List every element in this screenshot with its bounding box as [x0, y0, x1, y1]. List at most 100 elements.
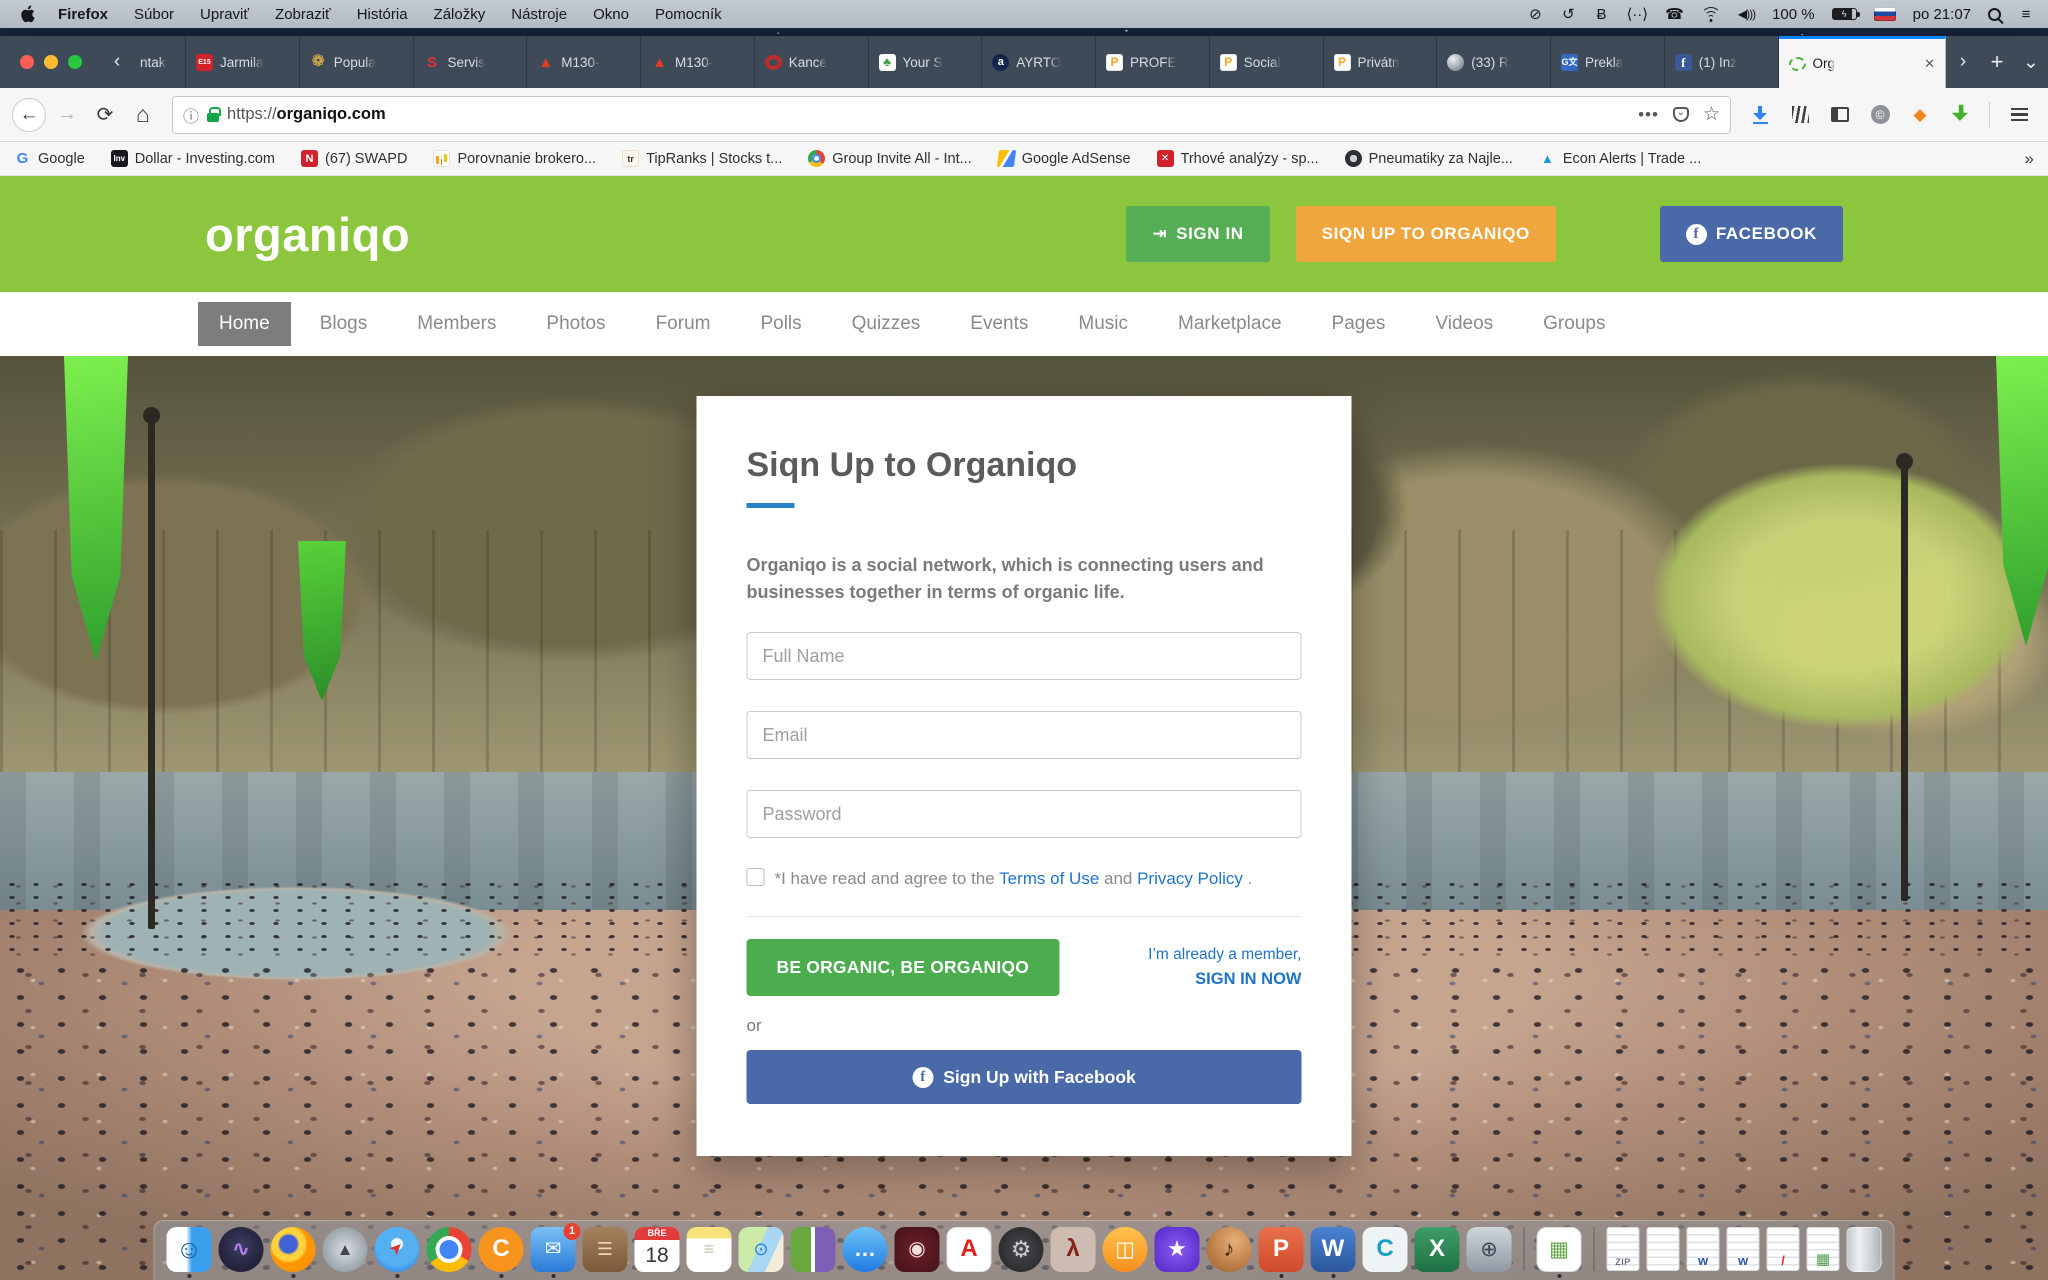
dock-document-3[interactable]: w: [1727, 1227, 1760, 1271]
dock-notebooks[interactable]: [791, 1227, 836, 1272]
bookmark-item-1[interactable]: InvDollar - Investing.com: [111, 150, 275, 167]
downloads-icon[interactable]: [1743, 98, 1777, 132]
phone-icon[interactable]: ☎: [1665, 5, 1684, 23]
nav-item-music[interactable]: Music: [1057, 302, 1149, 346]
nav-item-videos[interactable]: Videos: [1414, 302, 1514, 346]
bookmarks-overflow-icon[interactable]: »: [2025, 149, 2034, 169]
slovak-flag-icon[interactable]: [1874, 7, 1896, 21]
nav-item-photos[interactable]: Photos: [525, 302, 626, 346]
minimize-window-button[interactable]: [44, 55, 58, 69]
dock-document-1[interactable]: [1647, 1227, 1680, 1271]
dock-maps[interactable]: ⊙: [739, 1227, 784, 1272]
dock-chrome[interactable]: [427, 1227, 472, 1272]
pocket-icon[interactable]: ⌄: [1673, 107, 1689, 122]
browser-tab-10[interactable]: PSocial: [1210, 36, 1324, 88]
dock-imovie[interactable]: ★: [1155, 1227, 1200, 1272]
browser-tab-6[interactable]: Kance: [755, 36, 869, 88]
sign-in-now-link[interactable]: SIGN IN NOW: [1148, 970, 1301, 989]
bookmark-item-8[interactable]: Pneumatiky za Najle...: [1345, 150, 1513, 167]
browser-tab-9[interactable]: PPROFE: [1096, 36, 1210, 88]
dock-reader[interactable]: λ: [1051, 1227, 1096, 1272]
nav-item-blogs[interactable]: Blogs: [299, 302, 389, 346]
code-brackets-icon[interactable]: ⟨··⟩: [1626, 5, 1648, 23]
nav-item-pages[interactable]: Pages: [1311, 302, 1407, 346]
be-organic-submit-button[interactable]: BE ORGANIC, BE ORGANIQO: [747, 939, 1060, 996]
extension-c-icon[interactable]: ©: [1863, 98, 1897, 132]
bluetooth-icon[interactable]: Ƀ: [1593, 6, 1609, 23]
forward-button[interactable]: →: [50, 98, 84, 132]
notification-center-icon[interactable]: ≡: [2018, 6, 2034, 23]
dock-notes[interactable]: ≡: [687, 1227, 732, 1272]
bookmark-star-icon[interactable]: ☆: [1703, 103, 1720, 126]
dock-document-5[interactable]: ▦: [1807, 1227, 1840, 1271]
nav-item-quizzes[interactable]: Quizzes: [831, 302, 942, 346]
dock-settings-wheel[interactable]: ⚙: [999, 1227, 1044, 1272]
metamask-fox-icon[interactable]: ◆: [1903, 98, 1937, 132]
sign-in-button[interactable]: ⇥ SIGN IN: [1126, 206, 1269, 262]
nav-item-forum[interactable]: Forum: [635, 302, 732, 346]
dock-messages[interactable]: …: [843, 1227, 888, 1272]
battery-icon[interactable]: ϟ: [1832, 8, 1857, 20]
nav-item-marketplace[interactable]: Marketplace: [1157, 302, 1303, 346]
zoom-window-button[interactable]: [68, 55, 82, 69]
menu-okno[interactable]: Okno: [580, 6, 642, 23]
dock-firefox[interactable]: [271, 1227, 316, 1272]
organiqo-logo[interactable]: organiqo: [205, 207, 410, 262]
dock-word[interactable]: W: [1311, 1227, 1356, 1272]
dock-zip-file[interactable]: ZIP: [1607, 1227, 1640, 1271]
library-icon[interactable]: [1783, 98, 1817, 132]
bookmark-item-3[interactable]: Porovnanie brokero...: [433, 150, 596, 167]
page-actions-icon[interactable]: •••: [1638, 105, 1659, 125]
bookmark-item-9[interactable]: ▲Econ Alerts | Trade ...: [1539, 150, 1701, 167]
browser-tab-7[interactable]: ♣Your S: [869, 36, 983, 88]
dock-launchpad[interactable]: ▲: [323, 1227, 368, 1272]
dock-photo-booth[interactable]: ◉: [895, 1227, 940, 1272]
close-window-button[interactable]: [20, 55, 34, 69]
sidebar-icon[interactable]: [1823, 98, 1857, 132]
dock-ibooks[interactable]: ◫: [1103, 1227, 1148, 1272]
volume-icon[interactable]: ◀))): [1738, 7, 1755, 21]
bookmark-item-5[interactable]: Group Invite All - Int...: [808, 150, 971, 167]
hamburger-menu-icon[interactable]: [2002, 98, 2036, 132]
browser-tab-0[interactable]: ntak: [134, 36, 186, 88]
apple-menu-icon[interactable]: [20, 5, 35, 23]
bookmark-item-0[interactable]: GGoogle: [14, 150, 85, 167]
email-field[interactable]: [747, 711, 1302, 759]
password-field[interactable]: [747, 790, 1302, 838]
url-text[interactable]: https://organiqo.com: [227, 105, 1630, 124]
menu-zobrazit[interactable]: Zobraziť: [262, 6, 344, 23]
dock-photos-stack[interactable]: ▦: [1537, 1227, 1582, 1272]
dock-document-4[interactable]: /: [1767, 1227, 1800, 1271]
bookmark-item-4[interactable]: trTipRanks | Stocks t...: [622, 150, 782, 167]
do-not-disturb-icon[interactable]: ⊘: [1527, 5, 1543, 23]
tab-close-icon[interactable]: ✕: [1924, 56, 1935, 72]
dock-cryptocompare[interactable]: C: [479, 1227, 524, 1272]
facebook-header-button[interactable]: f FACEBOOK: [1660, 206, 1843, 262]
dock-trash[interactable]: [1847, 1227, 1882, 1272]
dock-remote-desktop[interactable]: ⊕: [1467, 1227, 1512, 1272]
browser-tab-3[interactable]: SServis: [414, 36, 528, 88]
home-button[interactable]: ⌂: [126, 98, 160, 132]
menu-clock[interactable]: po 21:07: [1913, 6, 1971, 23]
dock-mail[interactable]: ✉1: [531, 1227, 576, 1272]
full-name-field[interactable]: [747, 632, 1302, 680]
dock-excel[interactable]: X: [1415, 1227, 1460, 1272]
menu-pomocnik[interactable]: Pomocník: [642, 6, 735, 23]
nav-item-members[interactable]: Members: [396, 302, 517, 346]
spotlight-search-icon[interactable]: [1988, 8, 2001, 21]
dock-safari[interactable]: ➤: [375, 1227, 420, 1272]
browser-tab-15[interactable]: Org✕: [1779, 36, 1947, 88]
dock-powerpoint[interactable]: P: [1259, 1227, 1304, 1272]
dock-siri[interactable]: ∿: [219, 1227, 264, 1272]
browser-tab-13[interactable]: G文Prekla: [1551, 36, 1665, 88]
list-all-tabs-icon[interactable]: ⌄: [2014, 36, 2048, 88]
wifi-icon[interactable]: [1701, 7, 1721, 22]
download-helper-icon[interactable]: [1943, 98, 1977, 132]
bookmark-item-2[interactable]: N(67) SWAPD: [301, 150, 407, 167]
dock-acrobat[interactable]: A: [947, 1227, 992, 1272]
browser-tab-12[interactable]: (33) R: [1437, 36, 1551, 88]
menu-app-name[interactable]: Firefox: [45, 6, 121, 23]
nav-item-home[interactable]: Home: [198, 302, 291, 346]
browser-tab-1[interactable]: E15Jarmila: [186, 36, 300, 88]
time-machine-icon[interactable]: ↺: [1560, 5, 1576, 23]
